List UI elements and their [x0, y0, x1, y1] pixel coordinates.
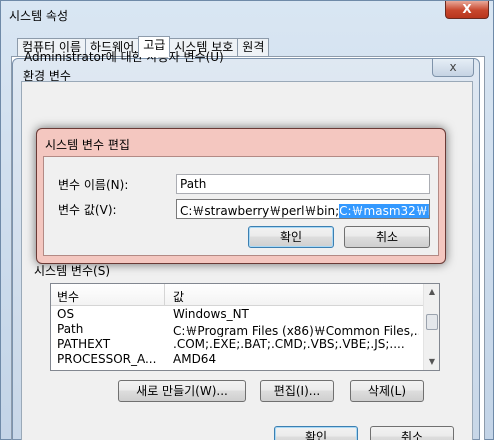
list-row[interactable]: OS Windows_NT [51, 307, 423, 322]
ok-button[interactable]: 확인 [274, 426, 358, 440]
cancel-button[interactable]: 취소 [370, 426, 454, 440]
user-variables-label: Administrator에 대한 사용자 변수(U) [24, 50, 224, 64]
delete-variable-button[interactable]: 삭제(L) [350, 380, 424, 402]
variable-value-field[interactable]: C:￦strawberry￦perl￦bin;C:￦masm32￦bin [176, 199, 430, 219]
edit-ok-button[interactable]: 확인 [248, 226, 334, 248]
variable-name-label: 변수 이름(N): [58, 178, 129, 192]
list-row[interactable]: PATHEXT .COM;.EXE;.BAT;.CMD;.VBS;.VBE;.J… [51, 337, 423, 352]
tab-remote[interactable]: 원격 [237, 38, 270, 57]
dialog-client-area: 변수 이름(N): Path 변수 값(V): C:￦strawberry￦pe… [43, 156, 439, 256]
edit-variable-button[interactable]: 편집(I)... [260, 380, 334, 402]
var-value: C:￦Program Files (x86)￦Common Files,... [173, 324, 419, 337]
list-row[interactable]: Path C:￦Program Files (x86)￦Common Files… [51, 322, 423, 337]
var-value: AMD64 [173, 352, 217, 366]
list-rows: OS Windows_NT Path C:￦Program Files (x86… [51, 307, 423, 367]
var-name: PATHEXT [57, 337, 111, 351]
var-name: Path [57, 322, 84, 336]
variable-value-label: 변수 값(V): [58, 203, 117, 217]
edit-system-variable-dialog: 시스템 변수 편집 변수 이름(N): Path 변수 값(V): C:￦str… [36, 128, 446, 264]
close-icon: X [462, 2, 472, 16]
var-value: Windows_NT [173, 307, 249, 321]
vertical-scrollbar[interactable]: ▲ ▼ [423, 284, 439, 370]
close-button[interactable]: X [445, 1, 489, 19]
new-variable-button[interactable]: 새로 만들기(W)... [118, 380, 246, 402]
var-name: OS [57, 307, 75, 321]
value-selected-text: C:￦masm32￦bin [339, 204, 429, 218]
scroll-thumb[interactable] [426, 314, 438, 330]
column-divider[interactable] [164, 284, 165, 306]
variable-name-field[interactable]: Path [176, 174, 430, 194]
column-header-value[interactable]: 값 [173, 288, 184, 305]
scroll-down-icon[interactable]: ▼ [424, 354, 440, 370]
system-variables-list[interactable]: 변수 값 OS Windows_NT Path C:￦Program Files… [50, 283, 440, 371]
scroll-up-icon[interactable]: ▲ [424, 284, 440, 300]
list-row[interactable]: PROCESSOR_A... AMD64 [51, 352, 423, 367]
dialog-title: 시스템 변수 편집 [45, 138, 130, 152]
env-close-button[interactable]: x [432, 59, 474, 77]
var-name: PROCESSOR_A... [57, 352, 157, 366]
tab-advanced[interactable]: 고급 [138, 36, 171, 57]
column-header-name[interactable]: 변수 [57, 288, 79, 305]
var-value: .COM;.EXE;.BAT;.CMD;.VBS;.VBE;.JS;.... [173, 337, 405, 351]
list-header: 변수 값 [51, 284, 423, 306]
value-text: C:￦strawberry￦perl￦bin; [180, 204, 340, 218]
window-title: 시스템 속성 [9, 9, 69, 23]
system-variables-label: 시스템 변수(S) [34, 264, 110, 278]
edit-cancel-button[interactable]: 취소 [344, 226, 430, 248]
close-icon: x [449, 60, 457, 74]
